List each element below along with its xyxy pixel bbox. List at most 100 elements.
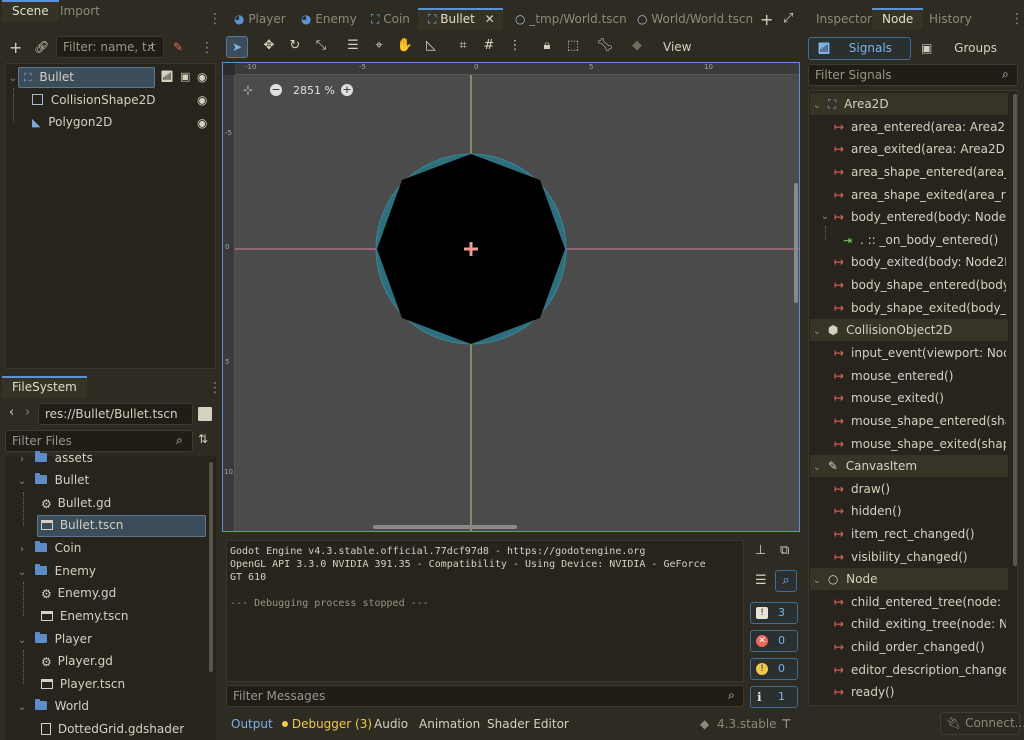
fs-file-bullet-tscn[interactable]: Bullet.tscn bbox=[41, 514, 123, 536]
signals-subtab[interactable]: 📶︎ Signals bbox=[808, 37, 911, 60]
list-select-icon[interactable]: ☰ bbox=[343, 36, 363, 56]
signal-item[interactable]: body_shape_entered(body_... bbox=[851, 274, 1006, 296]
view-menu[interactable]: View bbox=[663, 40, 691, 54]
canvas-viewport[interactable]: -10 -5 0 5 10 -5 0 5 10 ⊹ − 2851 % + bbox=[222, 62, 800, 532]
clear-output-icon[interactable]: ⊥ bbox=[755, 543, 766, 558]
error-count-filter[interactable]: ✕ 0 bbox=[750, 630, 798, 652]
chevron-down-icon[interactable]: ⌄ bbox=[812, 321, 822, 343]
tab-player[interactable]: ◕ Player bbox=[224, 8, 296, 30]
chevron-down-icon[interactable]: ⌄ bbox=[17, 630, 27, 652]
split-view-icon[interactable] bbox=[198, 407, 212, 421]
signal-item[interactable]: mouse_entered() bbox=[851, 365, 1006, 387]
signal-item[interactable]: area_shape_exited(area_rid... bbox=[851, 184, 1006, 206]
warning-count-filter[interactable]: ! 0 bbox=[750, 658, 798, 680]
camera-icon[interactable]: ◆ bbox=[627, 36, 647, 56]
forward-icon[interactable]: › bbox=[25, 405, 30, 420]
signal-item[interactable]: area_entered(area: Area2D) bbox=[851, 116, 1006, 138]
tab-output[interactable]: Output bbox=[231, 716, 273, 732]
bone-icon[interactable]: 🦴︎ bbox=[595, 36, 615, 56]
signal-item[interactable]: body_exited(body: Node2D) bbox=[851, 251, 1006, 273]
select-tool-button[interactable]: ➤ bbox=[226, 36, 248, 58]
distraction-free-icon[interactable]: ⤢ bbox=[783, 11, 793, 26]
output-log[interactable]: Godot Engine v4.3.stable.official.77dcf9… bbox=[226, 540, 744, 682]
search-toggle-icon[interactable]: ⌕ bbox=[775, 570, 797, 592]
signal-item[interactable]: body_shape_exited(body_ri... bbox=[851, 297, 1006, 319]
signal-icon[interactable]: 📶︎ bbox=[160, 70, 174, 83]
filter-signals-input[interactable]: Filter Signals bbox=[808, 64, 1018, 86]
group-lock-icon[interactable]: ⬚ bbox=[563, 36, 583, 56]
chevron-down-icon[interactable]: ⌄ bbox=[812, 95, 822, 117]
lock-icon[interactable]: 🔒︎ bbox=[537, 36, 557, 56]
snap-options-icon[interactable]: ⋮ bbox=[505, 36, 525, 56]
signal-item[interactable]: body_entered(body: Node2... bbox=[851, 206, 1006, 228]
fs-file-dottedgrid-shader[interactable]: DottedGrid.gdshader bbox=[41, 718, 184, 738]
move-tool-icon[interactable]: ✥ bbox=[259, 36, 279, 56]
grid-snap-icon[interactable]: # bbox=[479, 36, 499, 56]
signal-item[interactable]: mouse_shape_entered(sha... bbox=[851, 410, 1006, 432]
scene-node-polygon2d[interactable]: ◣ Polygon2D bbox=[32, 111, 112, 133]
connect-button[interactable]: 🔌︎ Connect... bbox=[940, 712, 1024, 735]
tab-audio[interactable]: Audio bbox=[374, 716, 408, 732]
copy-output-icon[interactable]: ⧉ bbox=[780, 543, 789, 558]
back-icon[interactable]: ‹ bbox=[9, 405, 14, 420]
filter-messages-input[interactable]: Filter Messages bbox=[226, 685, 744, 707]
tab-import[interactable]: Import bbox=[50, 0, 110, 22]
filesystem-menu-icon[interactable]: ⋮ bbox=[208, 381, 222, 395]
signal-item[interactable]: mouse_exited() bbox=[851, 387, 1006, 409]
section-canvasitem[interactable]: ⌄ ✎ CanvasItem bbox=[810, 455, 1008, 477]
visibility-eye-icon[interactable]: ◉ bbox=[197, 116, 207, 130]
section-node[interactable]: ⌄ ○ Node bbox=[810, 568, 1008, 590]
link-icon[interactable]: 🔗︎ bbox=[34, 40, 49, 54]
chevron-down-icon[interactable]: ⌄ bbox=[17, 562, 27, 584]
viewport-hscrollbar[interactable] bbox=[373, 525, 517, 529]
tab-filesystem[interactable]: FileSystem bbox=[2, 376, 87, 398]
smart-snap-icon[interactable]: ⌗ bbox=[453, 36, 473, 56]
scene-node-bullet[interactable]: ⌄ ⛶ Bullet bbox=[8, 66, 74, 88]
scene-node-collisionshape2d[interactable]: CollisionShape2D bbox=[32, 89, 156, 111]
add-tab-icon[interactable]: + bbox=[760, 10, 773, 29]
pivot-tool-icon[interactable]: ⌖ bbox=[369, 36, 389, 56]
tab-animation[interactable]: Animation bbox=[419, 716, 480, 732]
signal-item[interactable]: child_exiting_tree(node: No... bbox=[851, 613, 1006, 635]
script-icon[interactable]: ✎ bbox=[173, 40, 183, 54]
signal-item[interactable]: area_shape_entered(area_r... bbox=[851, 161, 1006, 183]
visibility-eye-icon[interactable]: ◉ bbox=[197, 93, 207, 107]
fs-folder-bullet[interactable]: ⌄ Bullet bbox=[17, 469, 89, 491]
signal-item[interactable]: child_order_changed() bbox=[851, 636, 1006, 658]
ruler-tool-icon[interactable]: ◺ bbox=[421, 36, 441, 56]
chevron-right-icon[interactable]: › bbox=[17, 539, 27, 561]
right-dock-menu-icon[interactable]: ⋮ bbox=[1010, 12, 1024, 26]
signal-item[interactable]: editor_description_change... bbox=[851, 659, 1006, 681]
tab-enemy[interactable]: ◕ Enemy bbox=[291, 8, 367, 30]
signal-item[interactable]: hidden() bbox=[851, 500, 1006, 522]
fs-file-bullet-gd[interactable]: ⚙ Bullet.gd bbox=[41, 492, 111, 514]
signals-scrollbar[interactable] bbox=[1013, 94, 1017, 566]
signal-item[interactable]: item_rect_changed() bbox=[851, 523, 1006, 545]
section-area2d[interactable]: ⌄ ⛶ Area2D bbox=[810, 93, 1008, 115]
tab-history[interactable]: History bbox=[919, 8, 982, 30]
tab-node[interactable]: Node bbox=[872, 8, 924, 30]
tab-inspector[interactable]: Inspector bbox=[806, 8, 882, 30]
filesystem-scrollbar[interactable] bbox=[209, 462, 213, 672]
signal-item[interactable]: draw() bbox=[851, 478, 1006, 500]
fs-file-player-tscn[interactable]: Player.tscn bbox=[41, 673, 125, 695]
signal-item[interactable]: ready() bbox=[851, 681, 1006, 703]
scale-tool-icon[interactable]: ⤡ bbox=[311, 36, 331, 56]
tab-world[interactable]: ○ World/World.tscn bbox=[627, 8, 763, 30]
group-icon[interactable]: ▣ bbox=[180, 70, 190, 83]
signal-item[interactable]: visibility_changed() bbox=[851, 546, 1006, 568]
message-count-filter[interactable]: ! 3 bbox=[750, 602, 798, 624]
info-count-filter[interactable]: ℹ 1 bbox=[750, 686, 798, 708]
tab-debugger[interactable]: Debugger (3) bbox=[282, 716, 372, 732]
pan-tool-icon[interactable]: ✋ bbox=[395, 36, 415, 56]
fs-file-enemy-tscn[interactable]: Enemy.tscn bbox=[41, 605, 128, 627]
signal-item[interactable]: mouse_shape_exited(shap... bbox=[851, 433, 1006, 455]
chevron-right-icon[interactable]: › bbox=[17, 449, 27, 467]
fs-folder-assets[interactable]: › assets bbox=[17, 447, 93, 467]
viewport-vscrollbar[interactable] bbox=[794, 183, 798, 303]
tab-bullet[interactable]: ⛶ Bullet ✕ bbox=[418, 8, 503, 30]
close-icon[interactable]: ✕ bbox=[485, 12, 495, 26]
tab-tmp-world[interactable]: ○ _tmp/World.tscn bbox=[505, 8, 637, 30]
signal-item[interactable]: area_exited(area: Area2D) bbox=[851, 138, 1006, 160]
fs-folder-world[interactable]: ⌄ World bbox=[17, 695, 89, 717]
